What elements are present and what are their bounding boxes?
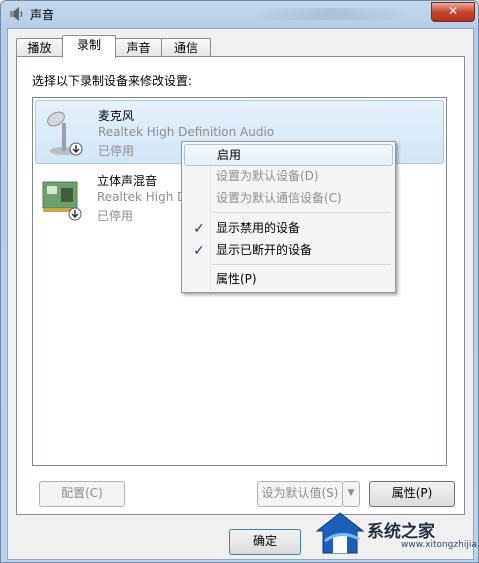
menu-separator: [212, 264, 391, 265]
microphone-icon: [47, 111, 83, 156]
configure-button[interactable]: 配置(C): [39, 481, 125, 507]
menu-item-enable[interactable]: 启用: [184, 144, 393, 166]
watermark-url: www.xitongzhijia.net: [401, 540, 479, 550]
ok-button[interactable]: 确定: [229, 529, 301, 555]
menu-item-show-disabled-devices[interactable]: ✓ 显示禁用的设备: [184, 217, 393, 239]
close-icon: ✕: [447, 4, 459, 18]
menu-item-set-default-device[interactable]: 设置为默认设备(D): [184, 165, 393, 187]
window-title: 声音: [30, 8, 55, 22]
device-driver: Realtek High Definition Audio: [98, 125, 275, 139]
speaker-icon: [10, 7, 23, 21]
menu-separator: [212, 212, 391, 213]
device-name: 立体声混音: [97, 174, 158, 188]
tab-playback[interactable]: 播放: [16, 38, 63, 58]
properties-button[interactable]: 属性(P): [369, 481, 455, 507]
device-context-menu: 启用 设置为默认设备(D) 设置为默认通信设备(C) ✓ 显示禁用的设备 ✓ 显示已…: [181, 141, 396, 293]
menu-item-properties[interactable]: 属性(P): [184, 268, 393, 290]
check-icon: ✓: [193, 243, 205, 259]
device-status: 已停用: [97, 209, 134, 223]
check-icon: ✓: [193, 221, 205, 237]
device-driver: Realtek High D: [97, 190, 187, 204]
menu-item-show-disconnected-devices[interactable]: ✓ 显示已断开的设备: [184, 239, 393, 261]
house-logo-icon: [315, 512, 365, 554]
title-bar[interactable]: 声音 ✕: [1, 1, 478, 27]
menu-item-set-default-communication-device[interactable]: 设置为默认通信设备(C): [184, 187, 393, 209]
tab-communications[interactable]: 通信: [161, 38, 211, 58]
device-status: 已停用: [98, 144, 135, 158]
device-list-prompt: 选择以下录制设备来修改设置:: [32, 74, 193, 88]
sound-dialog: 声音 ✕ 播放 录制 声音 通信 选择以下录制设备来修改设置: 麦克风 Real…: [0, 0, 479, 563]
tab-recording[interactable]: 录制: [62, 35, 116, 58]
device-name: 麦克风: [98, 109, 135, 123]
set-default-button[interactable]: 设为默认值(S): [257, 481, 343, 507]
title-bar-decoration: [251, 8, 411, 20]
chevron-down-icon: ▼: [347, 488, 355, 498]
site-watermark: 系统之家 www.xitongzhijia.net: [305, 505, 479, 561]
tab-sounds[interactable]: 声音: [115, 38, 162, 58]
sound-card-icon: [42, 181, 82, 221]
close-button[interactable]: ✕: [431, 2, 475, 22]
dialog-client-area: 播放 录制 声音 通信 选择以下录制设备来修改设置: 麦克风 Realtek H…: [7, 28, 474, 560]
set-default-dropdown-button[interactable]: ▼: [342, 481, 360, 507]
watermark-text: 系统之家: [367, 522, 435, 542]
